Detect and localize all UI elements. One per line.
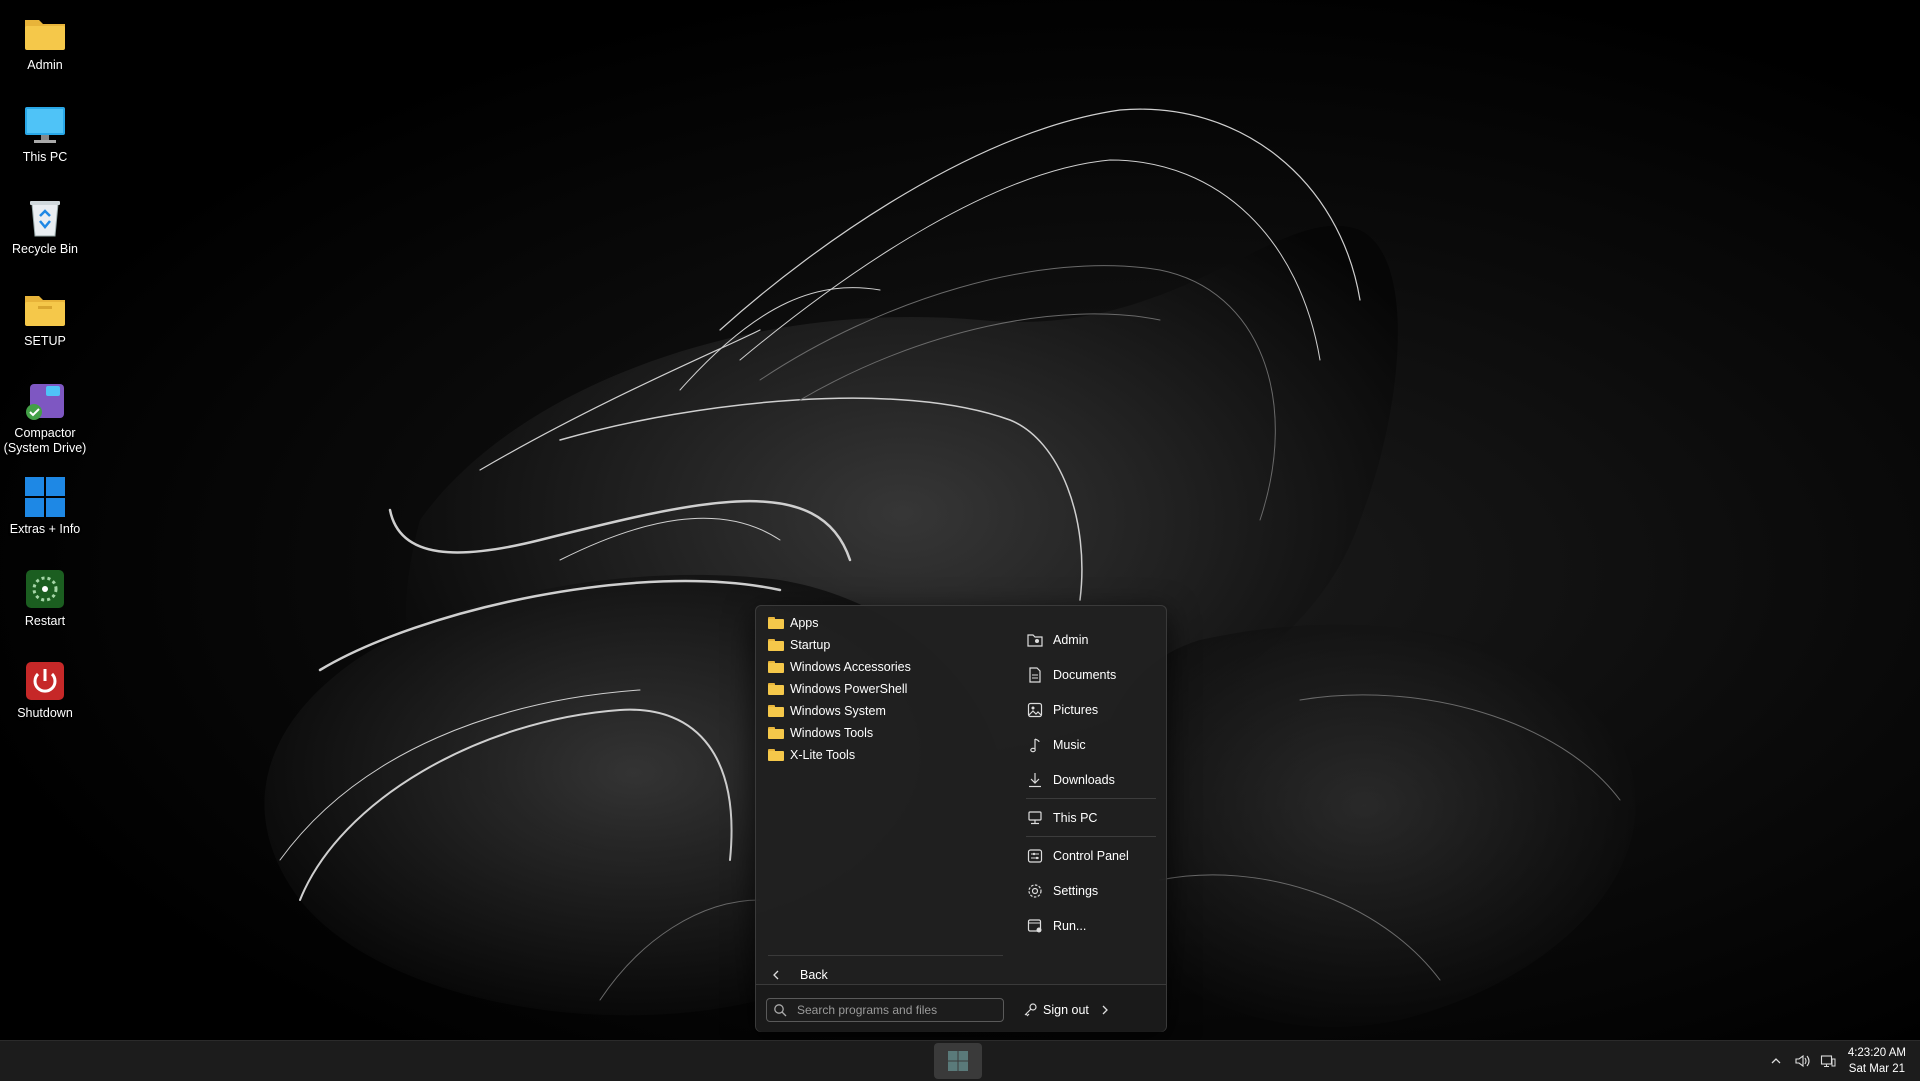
desktop-icon-label: Extras + Info [9,522,81,536]
gear-icon [1028,883,1042,898]
folder-icon [768,749,784,761]
folder-icon [22,286,68,332]
place-this-pc[interactable]: This PC [1020,800,1156,835]
back-divider [768,955,1003,956]
places-list: Admin Documents Pictures Music Downloads… [1020,622,1156,943]
folder-icon [768,639,784,651]
places-divider [1026,836,1156,837]
start-menu: Apps Startup Windows Accessories Windows… [755,605,1167,1032]
program-folder-windows-accessories[interactable]: Windows Accessories [764,656,1004,678]
place-label: Documents [1053,667,1117,682]
place-label: Admin [1053,632,1089,647]
desktop-icon-label: Compactor (System Drive) [3,426,87,455]
chevron-up-icon[interactable] [1768,1053,1784,1069]
compactor-icon [22,378,68,424]
music-note-icon [1030,737,1040,752]
clock[interactable]: 4:23:20 AM Sat Mar 21 [1848,1045,1906,1077]
chevron-left-icon [773,970,779,980]
program-folder-apps[interactable]: Apps [764,612,1004,634]
desktop-icon-label: Shutdown [17,706,73,720]
place-admin[interactable]: Admin [1020,622,1156,657]
monitor-icon [22,102,68,148]
run-icon [1027,918,1042,932]
desktop-icon-setup[interactable]: SETUP [0,276,90,349]
recycle-bin-icon [22,194,68,240]
desktop-icon-label: Restart [24,614,66,628]
search-icon [774,1004,787,1017]
desktop-icon-restart[interactable]: Restart [0,556,90,629]
chevron-right-icon[interactable] [1099,1004,1111,1016]
program-label: Windows Accessories [790,660,911,674]
control-panel-icon [1027,848,1043,863]
back-label: Back [800,968,828,982]
folder-icon [768,705,784,717]
search-box[interactable] [766,998,1004,1022]
place-label: Settings [1053,883,1099,898]
program-list: Apps Startup Windows Accessories Windows… [764,612,1004,766]
place-settings[interactable]: Settings [1020,873,1156,908]
picture-icon [1027,702,1043,717]
computer-icon [1028,810,1042,824]
desktop-icon-label: This PC [22,150,68,164]
place-pictures[interactable]: Pictures [1020,692,1156,727]
desktop-icon-label: Recycle Bin [12,242,78,256]
windows-logo-icon [948,1051,968,1071]
desktop-icon-label: Admin [27,58,63,72]
program-label: Windows Tools [790,726,874,740]
sign-out-label: Sign out [1043,1003,1089,1017]
desktop-icon-extras-info[interactable]: Extras + Info [0,464,90,537]
place-run[interactable]: Run... [1020,908,1156,943]
place-label: This PC [1053,810,1098,825]
program-label: X-Lite Tools [790,748,856,762]
folder-icon [768,727,784,739]
folder-icon [768,683,784,695]
desktop-icon-recycle-bin[interactable]: Recycle Bin [0,184,90,257]
program-folder-windows-tools[interactable]: Windows Tools [764,722,1004,744]
place-music[interactable]: Music [1020,727,1156,762]
folder-icon [768,617,784,629]
program-folder-startup[interactable]: Startup [764,634,1004,656]
power-icon [22,658,68,704]
program-folder-x-lite-tools[interactable]: X-Lite Tools [764,744,1004,766]
place-label: Run... [1053,918,1087,933]
places-divider [1026,798,1156,799]
windows-logo-icon [22,474,68,520]
desktop-icon-compactor[interactable]: Compactor (System Drive) [0,368,90,456]
place-label: Control Panel [1053,848,1129,863]
program-label: Windows PowerShell [790,682,908,696]
program-label: Startup [790,638,831,652]
system-tray: 4:23:20 AM Sat Mar 21 [1758,1041,1906,1081]
desktop-icon-admin[interactable]: Admin [0,0,90,73]
place-label: Pictures [1053,702,1099,717]
taskbar: 4:23:20 AM Sat Mar 21 [0,1040,1920,1081]
program-folder-windows-system[interactable]: Windows System [764,700,1004,722]
place-label: Downloads [1053,772,1115,787]
search-input[interactable] [795,1002,989,1018]
volume-icon[interactable] [1794,1053,1810,1069]
program-label: Apps [790,616,819,630]
desktop-icon-label: SETUP [24,334,66,348]
start-menu-bottom-bar: Sign out [756,984,1166,1032]
clock-date: Sat Mar 21 [1848,1063,1906,1075]
key-icon [1024,1003,1037,1017]
desktop-icon-this-pc[interactable]: This PC [0,92,90,165]
desktop-icon-shutdown[interactable]: Shutdown [0,648,90,721]
place-label: Music [1053,737,1086,752]
clock-time: 4:23:20 AM [1847,1047,1906,1059]
restart-icon [22,566,68,612]
program-folder-windows-powershell[interactable]: Windows PowerShell [764,678,1004,700]
place-control-panel[interactable]: Control Panel [1020,838,1156,873]
place-downloads[interactable]: Downloads [1020,762,1156,797]
start-button[interactable] [934,1043,982,1079]
program-label: Windows System [790,704,886,718]
sign-out-button[interactable]: Sign out [1022,999,1116,1021]
network-icon[interactable] [1820,1053,1836,1069]
user-folder-icon [1027,633,1043,647]
folder-icon [22,10,68,56]
place-documents[interactable]: Documents [1020,657,1156,692]
document-icon [1029,666,1041,683]
download-icon [1029,772,1041,787]
folder-icon [768,661,784,673]
